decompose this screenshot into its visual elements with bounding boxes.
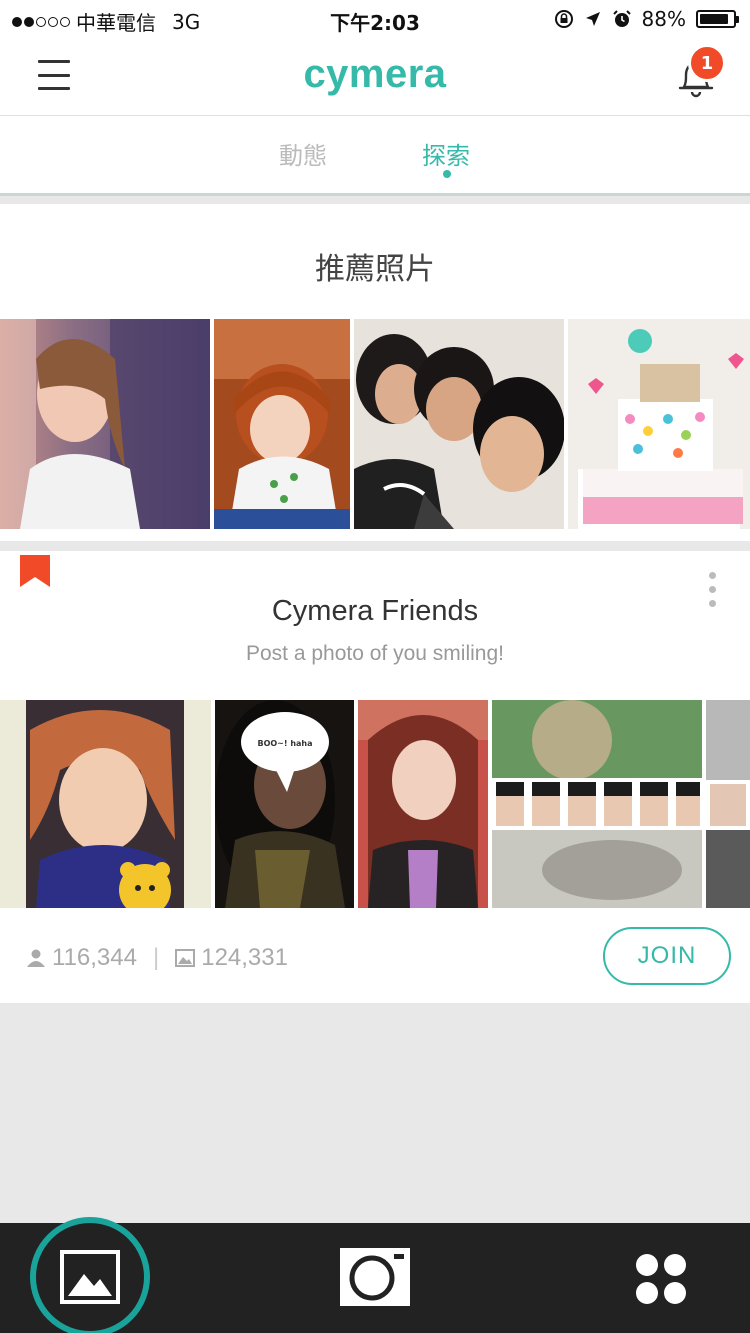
photos-count: 124,331 — [201, 944, 288, 971]
battery-icon — [696, 10, 739, 28]
app-logo: cymera — [303, 52, 447, 96]
tab-feed[interactable]: 動態 — [279, 136, 327, 171]
photo-count-icon — [175, 949, 196, 967]
camera-icon — [340, 1248, 410, 1306]
bottom-nav — [0, 1217, 750, 1333]
birthday-cake-photo[interactable] — [568, 319, 750, 529]
partial-photo[interactable] — [706, 700, 750, 908]
alarm-icon — [612, 10, 631, 27]
rotation-lock-icon — [554, 10, 573, 28]
notification-badge[interactable]: 1 — [688, 44, 726, 82]
apps-grid-icon — [636, 1254, 686, 1304]
apps-menu-button[interactable] — [635, 1253, 687, 1305]
status-bar: 中華電信 3G 下午2:03 88% — [0, 0, 750, 38]
tab-explore[interactable]: 探索 — [422, 136, 470, 171]
member-icon — [27, 949, 45, 967]
active-tab-indicator — [443, 170, 451, 178]
app-header: cymera 1 — [0, 38, 750, 116]
battery-percent: 88% — [641, 7, 686, 31]
girl-selfie-photo[interactable] — [0, 319, 210, 529]
three-friends-photo[interactable] — [354, 319, 564, 529]
camera-button[interactable] — [339, 1247, 411, 1307]
bookmark-icon[interactable] — [20, 555, 50, 587]
group-card[interactable]: Cymera Friends Post a photo of you smili… — [0, 551, 750, 1003]
join-button[interactable]: JOIN — [603, 927, 731, 985]
gallery-icon — [60, 1250, 120, 1304]
group-name[interactable]: Cymera Friends — [0, 595, 750, 628]
group-description: Post a photo of you smiling! — [246, 642, 504, 665]
red-hair-girl-photo[interactable] — [0, 700, 211, 908]
baby-photo[interactable] — [214, 319, 350, 529]
tab-bar: 動態 探索 — [0, 116, 750, 196]
section-title: 推薦照片 — [315, 252, 435, 287]
collage-photo[interactable] — [492, 700, 702, 908]
recommended-photos-section: 推薦照片 — [0, 204, 750, 541]
location-arrow-icon — [585, 12, 600, 26]
long-hair-girl-photo[interactable] — [358, 700, 488, 908]
gallery-button[interactable] — [30, 1217, 150, 1333]
speech-bubble-photo[interactable]: BOO~! haha — [215, 700, 354, 908]
members-count: 116,344 — [52, 944, 137, 971]
speech-bubble-text: BOO~! haha — [257, 739, 312, 748]
group-stats: 116,344 | 124,331 — [26, 944, 288, 972]
